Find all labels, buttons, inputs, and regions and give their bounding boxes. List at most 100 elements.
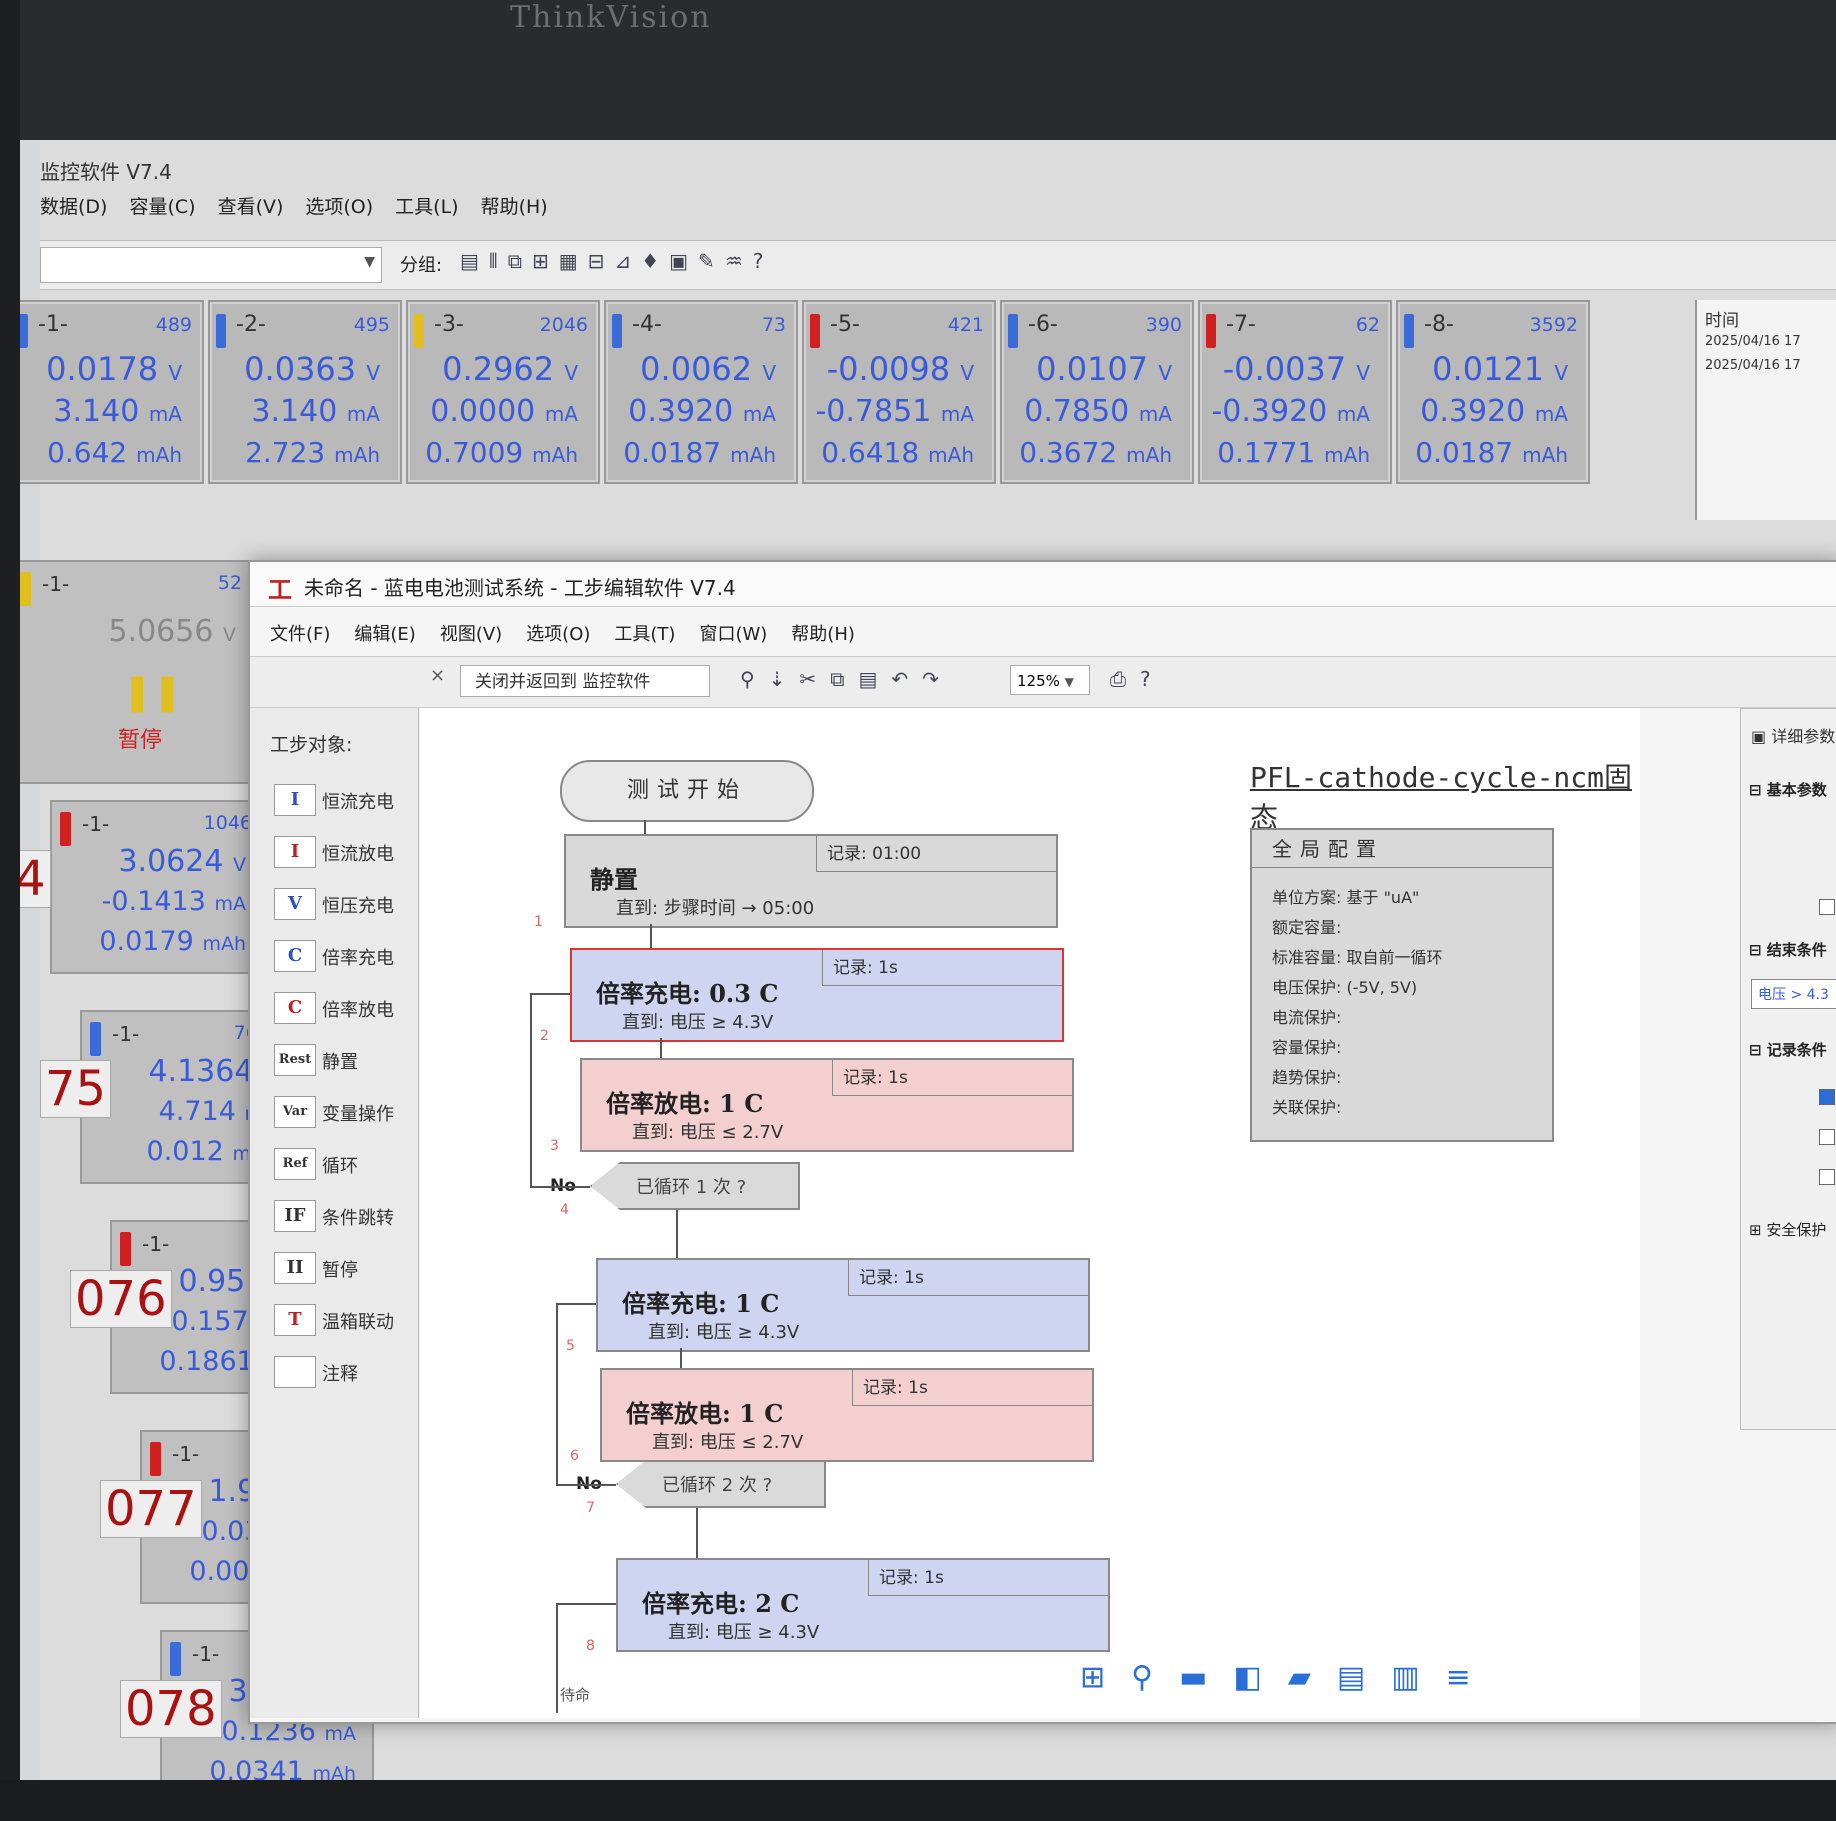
close-icon[interactable]: × [430, 665, 445, 686]
menu-data[interactable]: 数据(D) [40, 192, 107, 219]
toolbar-icon[interactable]: ? [1140, 667, 1151, 691]
flow-step[interactable]: 倍率充电: 1 C 直到: 电压 ≥ 4.3V 记录: 1s [596, 1258, 1090, 1352]
toolbar-icon[interactable]: ✂ [799, 667, 816, 691]
editor-menu-bar: 文件(F) 编辑(E) 视图(V) 选项(O) 工具(T) 窗口(W) 帮助(H… [270, 620, 855, 646]
chevron-down-icon[interactable]: ▼ [1065, 675, 1074, 689]
taskbar-icon[interactable]: ▰ [1288, 1660, 1311, 1695]
channel-card[interactable]: -5- 421 -0.0098 V -0.7851 mA 0.6418 mAh [802, 300, 996, 484]
flow-step[interactable]: 静置 直到: 步骤时间 → 05:00 记录: 01:00 [564, 834, 1058, 928]
channel-card[interactable]: -4- 73 0.0062 V 0.3920 mA 0.0187 mAh [604, 300, 798, 484]
flow-step[interactable]: 倍率充电: 2 C 直到: 电压 ≥ 4.3V 记录: 1s [616, 1558, 1110, 1652]
channel-card-paused[interactable]: -1- 52 5.0656 V ❚❚ 暂停 [10, 560, 254, 784]
checkbox[interactable] [1819, 1169, 1835, 1185]
channel-index: -1- [82, 812, 110, 836]
taskbar-icon[interactable]: ⊞ [1080, 1660, 1105, 1695]
toolbar-icon[interactable]: ✎ [698, 249, 715, 273]
palette-item[interactable]: I 恒流充电 [270, 780, 420, 820]
channel-card[interactable]: -1- 489 0.0178 V 3.140 mA 0.642 mAh [10, 300, 204, 484]
end-condition-field[interactable]: 电压 > 4.3 [1751, 979, 1836, 1009]
menu-capacity[interactable]: 容量(C) [129, 192, 195, 219]
collapse-icon[interactable]: ⊟ [1749, 1041, 1767, 1059]
taskbar-icon[interactable]: ◧ [1233, 1660, 1261, 1695]
toolbar-icon[interactable]: ⊿ [614, 249, 631, 273]
section-record-conditions[interactable]: ⊟ 记录条件 [1749, 1039, 1827, 1060]
taskbar-icon[interactable]: ≡ [1446, 1660, 1471, 1695]
flow-step[interactable]: 倍率充电: 0.3 C 直到: 电压 ≥ 4.3V 记录: 1s [570, 948, 1064, 1042]
chevron-down-icon[interactable]: ▼ [364, 254, 375, 270]
checkbox-checked[interactable] [1819, 1089, 1835, 1105]
section-safety[interactable]: ⊞ 安全保护 [1749, 1219, 1826, 1240]
palette-item[interactable]: II 暂停 [270, 1248, 420, 1288]
taskbar-icon[interactable]: ▤ [1337, 1660, 1365, 1695]
section-end-conditions[interactable]: ⊟ 结束条件 [1749, 939, 1827, 960]
palette-item[interactable]: T 温箱联动 [270, 1300, 420, 1340]
palette-item[interactable]: V 恒压充电 [270, 884, 420, 924]
channel-card[interactable]: -1- 1046 3.0624 V -0.1413 mA 0.0179 mAh [50, 800, 264, 974]
taskbar-icon[interactable]: ▬ [1179, 1660, 1207, 1695]
expand-icon[interactable]: ⊞ [1749, 1221, 1766, 1239]
zoom-select[interactable]: 125% ▼ [1010, 665, 1090, 695]
palette-item[interactable]: I 恒流放电 [270, 832, 420, 872]
collapse-icon[interactable]: ⊟ [1749, 941, 1767, 959]
toolbar-icon[interactable]: ⇣ [769, 667, 786, 691]
checkbox[interactable] [1819, 1129, 1835, 1145]
flow-title[interactable]: PFL-cathode-cycle-ncm固态 [1250, 756, 1640, 836]
toolbar-icon[interactable]: ⧉ [508, 249, 522, 273]
loop-condition[interactable]: 已循环 1 次 ? [590, 1162, 800, 1210]
toolbar-icon[interactable]: ↷ [922, 667, 939, 691]
channel-card[interactable]: -6- 390 0.0107 V 0.7850 mA 0.3672 mAh [1000, 300, 1194, 484]
collapse-icon[interactable]: ⊟ [1749, 781, 1767, 799]
menu-help[interactable]: 帮助(H) [791, 620, 855, 646]
menu-options[interactable]: 选项(O) [526, 620, 590, 646]
toolbar-icon[interactable]: ? [753, 249, 764, 273]
menu-options[interactable]: 选项(O) [305, 192, 373, 219]
close-and-return-button[interactable]: 关闭并返回到 监控软件 [460, 665, 710, 697]
palette-item[interactable]: C 倍率放电 [270, 988, 420, 1028]
palette-item[interactable]: C 倍率充电 [270, 936, 420, 976]
menu-tools[interactable]: 工具(L) [395, 192, 458, 219]
menu-window[interactable]: 窗口(W) [699, 620, 767, 646]
channel-count: 73 [761, 314, 786, 336]
palette-icon: I [274, 784, 316, 816]
menu-file[interactable]: 文件(F) [270, 620, 330, 646]
loop-condition[interactable]: 已循环 2 次 ? [616, 1460, 826, 1508]
menu-help[interactable]: 帮助(H) [481, 192, 548, 219]
channel-card[interactable]: -2- 495 0.0363 V 3.140 mA 2.723 mAh [208, 300, 402, 484]
menu-edit[interactable]: 编辑(E) [354, 620, 415, 646]
toolbar-icon[interactable]: ⊟ [588, 249, 605, 273]
palette-item[interactable]: IF 条件跳转 [270, 1196, 420, 1236]
taskbar-icon[interactable]: ⚲ [1131, 1660, 1153, 1695]
palette-item[interactable]: Var 变量操作 [270, 1092, 420, 1132]
start-node[interactable]: 测试开始 [560, 760, 814, 822]
toolbar-icon[interactable]: ⧉ [830, 667, 844, 691]
toolbar-icon[interactable]: ⦀ [489, 249, 498, 273]
channel-card[interactable]: -3- 2046 0.2962 V 0.0000 mA 0.7009 mAh [406, 300, 600, 484]
flow-step[interactable]: 倍率放电: 1 C 直到: 电压 ≤ 2.7V 记录: 1s [600, 1368, 1094, 1462]
flow-canvas[interactable]: PFL-cathode-cycle-ncm固态 测试开始 全局配置 单位方案: … [420, 708, 1640, 1718]
menu-view[interactable]: 查看(V) [218, 192, 284, 219]
palette-item[interactable]: Ref 循环 [270, 1144, 420, 1184]
palette-item[interactable]: Rest 静置 [270, 1040, 420, 1080]
channel-card[interactable]: -8- 3592 0.0121 V 0.3920 mA 0.0187 mAh [1396, 300, 1590, 484]
toolbar-icon[interactable]: ⎙ [1110, 667, 1126, 691]
device-combo[interactable]: ▼ [40, 247, 382, 283]
menu-tools[interactable]: 工具(T) [614, 620, 675, 646]
toolbar-icon[interactable]: ▦ [559, 249, 578, 273]
toolbar-icon[interactable]: ⚲ [740, 667, 755, 691]
channel-card[interactable]: -7- 62 -0.0037 V -0.3920 mA 0.1771 mAh [1198, 300, 1392, 484]
toolbar-icon[interactable]: ▤ [858, 667, 877, 691]
taskbar-icon[interactable]: ▥ [1391, 1660, 1419, 1695]
checkbox[interactable] [1819, 899, 1835, 915]
capacity-value: 0.0187 mAh [1415, 436, 1568, 469]
section-basic-params[interactable]: ⊟ 基本参数 [1749, 779, 1827, 800]
toolbar-icon[interactable]: ▤ [460, 249, 479, 273]
toolbar-icon[interactable]: ♦ [641, 249, 659, 273]
toolbar-icon[interactable]: ♒ [725, 249, 743, 273]
flow-step[interactable]: 倍率放电: 1 C 直到: 电压 ≤ 2.7V 记录: 1s [580, 1058, 1074, 1152]
menu-view[interactable]: 视图(V) [440, 620, 502, 646]
toolbar-icon[interactable]: ⊞ [532, 249, 549, 273]
toolbar-icon[interactable]: ↶ [891, 667, 908, 691]
global-config-box[interactable]: 全局配置 单位方案: 基于 "uA" 额定容量: 标准容量: 取自前一循环 电压保护:… [1250, 828, 1554, 1142]
toolbar-icon[interactable]: ▣ [669, 249, 688, 273]
palette-item[interactable]: 注释 [270, 1352, 420, 1392]
